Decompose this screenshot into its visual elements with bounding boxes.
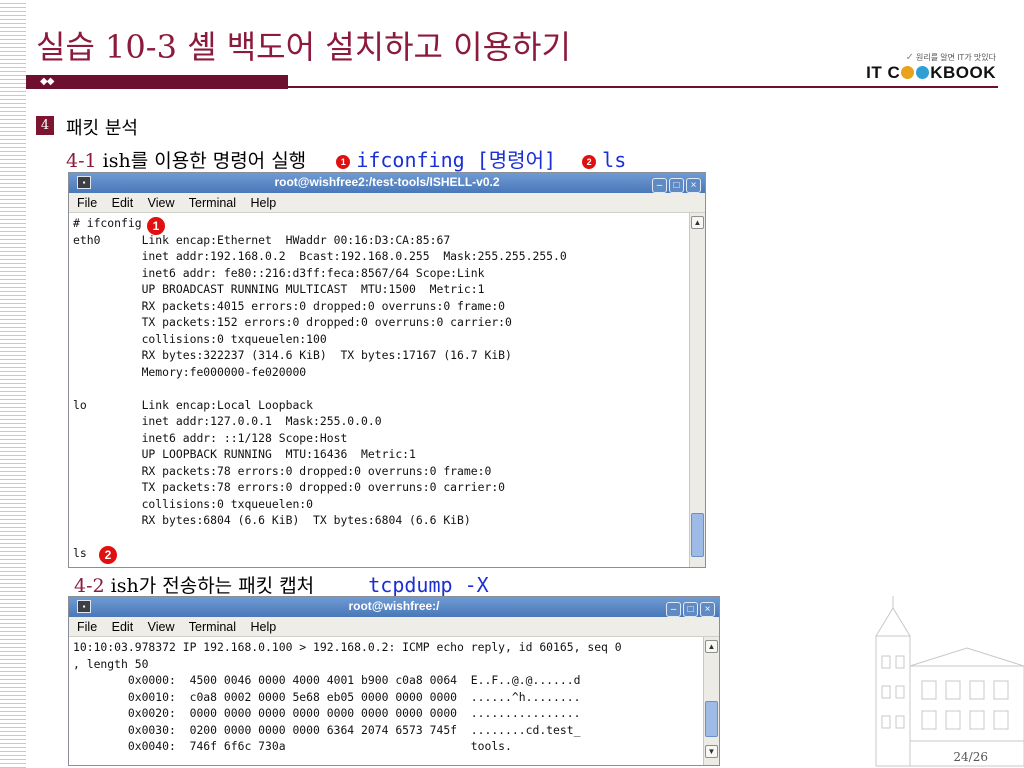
itcookbook-logo: ✓ 원리를 알면 IT가 맛있다 IT C KBOOK (866, 52, 996, 83)
marker-1-icon: 1 (336, 155, 351, 169)
title-underline-bar (26, 75, 288, 89)
check-icon: ✓ (905, 52, 914, 63)
subsection-4-2: 4-2 ish가 전송하는 패킷 캡처 tcpdump -X (74, 571, 489, 598)
subsection-number: 4-1 (66, 150, 97, 172)
marker-1-icon: 1 (147, 217, 165, 235)
scroll-thumb[interactable] (691, 513, 704, 557)
menu-file[interactable]: File (77, 620, 97, 634)
command-ifconfig: ifconfing [명령어] (356, 148, 557, 172)
terminal-output[interactable]: # ifconfig eth0 Link encap:Ethernet HWad… (69, 213, 705, 567)
subsection-text: ish를 이용한 명령어 실행 (102, 150, 307, 172)
logo-dot-icon (916, 66, 930, 79)
marker-2-icon: 2 (99, 546, 117, 564)
command-tcpdump: tcpdump -X (368, 573, 489, 597)
menu-view[interactable]: View (148, 196, 175, 210)
scroll-up-icon[interactable]: ▲ (691, 216, 704, 229)
left-stripe-decoration (0, 0, 26, 768)
scroll-thumb[interactable] (705, 701, 718, 737)
terminal-window-2[interactable]: ▪ root@wishfree:/ – □ × File Edit View Ter… (68, 596, 720, 766)
maximize-icon[interactable]: □ (683, 602, 698, 617)
close-icon[interactable]: × (700, 602, 715, 617)
title-underline-line (288, 86, 998, 88)
minimize-icon[interactable]: – (652, 178, 667, 193)
menu-file[interactable]: File (77, 196, 97, 210)
terminal-titlebar[interactable]: ▪ root@wishfree:/ – □ × (69, 597, 719, 617)
slide-title: 실습 10-3 셸 백도어 설치하고 이용하기 (36, 28, 571, 66)
scroll-down-icon[interactable]: ▼ (705, 745, 718, 758)
terminal-title: root@wishfree:/ (348, 599, 440, 613)
menu-view[interactable]: View (148, 620, 175, 634)
terminal-output[interactable]: 10:10:03.978372 IP 192.168.0.100 > 192.1… (69, 637, 719, 765)
command-ls: ls (602, 148, 627, 172)
terminal-scrollbar[interactable]: ▲ (689, 213, 705, 567)
menu-edit[interactable]: Edit (112, 196, 134, 210)
close-icon[interactable]: × (686, 178, 701, 193)
terminal-menubar: File Edit View Terminal Help (69, 617, 719, 637)
subsection-4-1: 4-1 ish를 이용한 명령어 실행 1 ifconfing [명령어] 2 … (66, 144, 626, 173)
logo-tagline: ✓ 원리를 알면 IT가 맛있다 (905, 52, 996, 63)
window-buttons: – □ × (650, 175, 701, 193)
logo-brand: IT C KBOOK (866, 63, 996, 82)
menu-edit[interactable]: Edit (112, 620, 134, 634)
building-watermark-icon (875, 596, 1024, 767)
menu-terminal[interactable]: Terminal (189, 196, 236, 210)
terminal-scrollbar[interactable]: ▲ ▼ (703, 637, 719, 765)
section-title: 패킷 분석 (66, 118, 138, 139)
menu-terminal[interactable]: Terminal (189, 620, 236, 634)
section-number-badge: 4 (36, 116, 54, 135)
terminal-menubar: File Edit View Terminal Help (69, 193, 705, 213)
maximize-icon[interactable]: □ (669, 178, 684, 193)
terminal-titlebar[interactable]: ▪ root@wishfree2:/test-tools/ISHELL-v0.2… (69, 173, 705, 193)
menu-help[interactable]: Help (251, 620, 277, 634)
subsection-text: ish가 전송하는 패킷 캡처 (110, 575, 315, 597)
menu-help[interactable]: Help (251, 196, 277, 210)
scroll-up-icon[interactable]: ▲ (705, 640, 718, 653)
title-bullet-icon: ◆◆ (40, 76, 54, 87)
page-number: 24/26 (953, 750, 988, 764)
marker-2-icon: 2 (582, 155, 597, 169)
terminal-title: root@wishfree2:/test-tools/ISHELL-v0.2 (274, 175, 500, 189)
subsection-number: 4-2 (74, 575, 105, 597)
terminal-text: 10:10:03.978372 IP 192.168.0.100 > 192.1… (73, 640, 622, 753)
terminal-window-1[interactable]: ▪ root@wishfree2:/test-tools/ISHELL-v0.2… (68, 172, 706, 568)
minimize-icon[interactable]: – (666, 602, 681, 617)
logo-dot-icon (901, 66, 915, 79)
window-buttons: – □ × (664, 599, 715, 617)
terminal-text: # ifconfig eth0 Link encap:Ethernet HWad… (73, 216, 567, 560)
